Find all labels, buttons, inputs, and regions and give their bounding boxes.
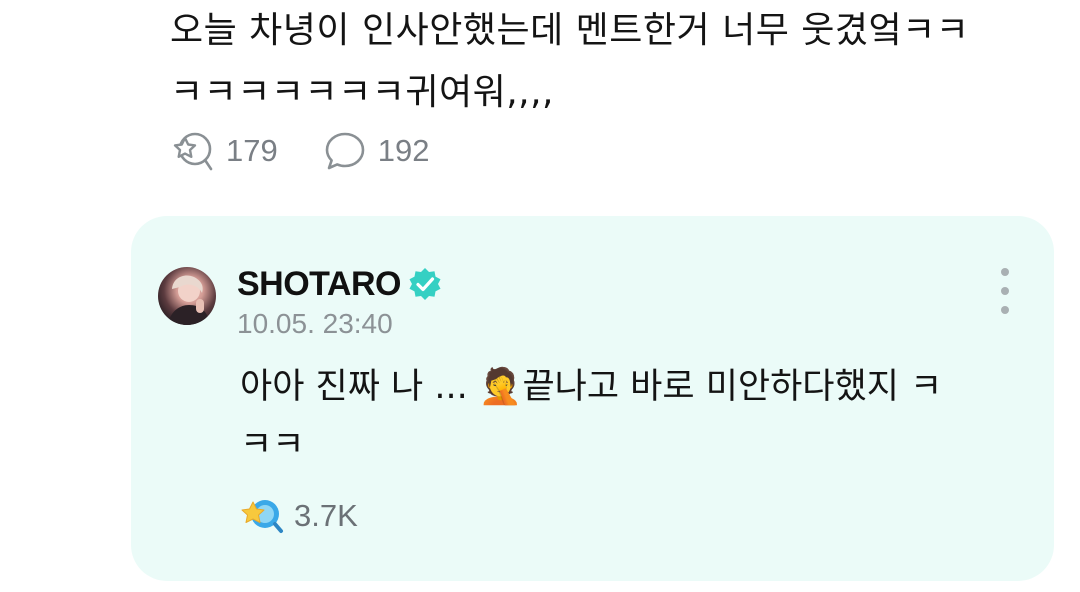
menu-dot: [1001, 306, 1009, 314]
reaction-button[interactable]: 3.7K: [240, 494, 358, 538]
comment-count: 192: [377, 133, 430, 168]
speech-bubble-outline-icon: [322, 128, 368, 174]
menu-dot: [1001, 287, 1009, 295]
post-body-text: 오늘 차녕이 인사안했는데 멘트한거 너무 웃겼엌ㅋㅋ ㅋㅋㅋㅋㅋㅋㅋ귀여워,,…: [170, 10, 970, 113]
more-vertical-icon[interactable]: [993, 268, 1017, 314]
author-row: SHOTARO: [237, 262, 443, 306]
menu-dot: [1001, 268, 1009, 276]
reaction-count: 3.7K: [294, 498, 358, 533]
like-count: 179: [226, 133, 278, 168]
artist-reply-card: SHOTARO 10.05. 23:40 아아 진짜 나 ... 🤦끝나고 바로…: [131, 216, 1054, 581]
avatar[interactable]: [158, 267, 216, 325]
comment-button[interactable]: 192: [322, 128, 430, 174]
reply-timestamp: 10.05. 23:40: [237, 308, 393, 339]
comment-thread: 오늘 차녕이 인사안했는데 멘트한거 너무 웃겼엌ㅋㅋ ㅋㅋㅋㅋㅋㅋㅋ귀여워,,…: [0, 0, 1080, 592]
like-button[interactable]: 179: [170, 128, 278, 174]
post-actions-bar: 179 192: [170, 128, 473, 174]
star-bubble-outline-icon: [170, 128, 216, 174]
star-bubble-filled-icon: [240, 494, 286, 538]
verified-badge-icon: [407, 266, 443, 302]
reply-body-text: 아아 진짜 나 ... 🤦끝나고 바로 미안하다했지 ㅋ ㅋㅋ: [240, 367, 943, 465]
author-name[interactable]: SHOTARO: [237, 265, 401, 304]
